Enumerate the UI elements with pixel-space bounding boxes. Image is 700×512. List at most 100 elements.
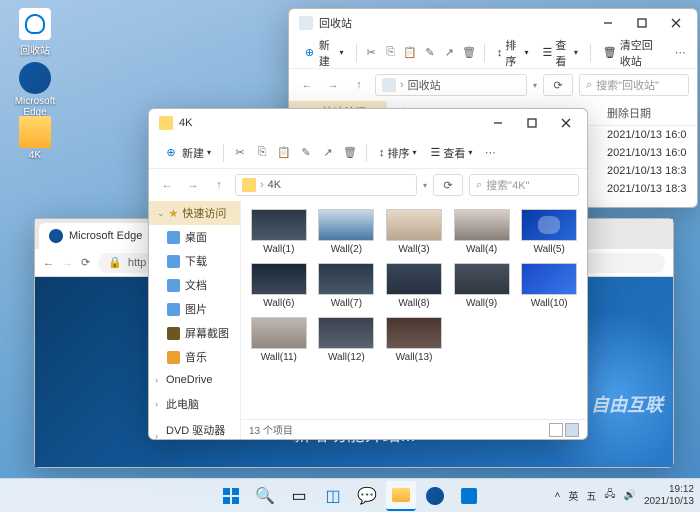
clock[interactable]: 19:12 2021/10/13 bbox=[644, 484, 694, 508]
file-item[interactable]: Wall(3) bbox=[382, 209, 446, 255]
close-button[interactable] bbox=[549, 111, 583, 135]
cut-icon[interactable]: ✂ bbox=[364, 45, 378, 61]
file-item[interactable]: Wall(6) bbox=[247, 263, 311, 309]
desktop-recycle-bin[interactable]: 回收站 bbox=[10, 8, 60, 57]
sidebar-item-desktop[interactable]: 桌面 bbox=[149, 225, 240, 249]
sidebar-item-downloads[interactable]: 下载 bbox=[149, 249, 240, 273]
window-title: 回收站 bbox=[319, 15, 352, 31]
file-item[interactable]: Wall(11) bbox=[247, 317, 311, 363]
paste-icon[interactable]: 📋 bbox=[276, 145, 292, 161]
taskbar-explorer[interactable] bbox=[386, 481, 416, 511]
file-grid: Wall(1) Wall(2) Wall(3) Wall(4) Wall(5) … bbox=[241, 201, 587, 419]
titlebar[interactable]: 4K bbox=[149, 109, 587, 137]
cut-icon[interactable]: ✂ bbox=[232, 145, 248, 161]
forward-button[interactable]: → bbox=[183, 175, 203, 195]
more-icon[interactable]: ⋯ bbox=[482, 145, 498, 161]
recycle-bin-icon bbox=[299, 16, 313, 30]
file-item[interactable]: Wall(12) bbox=[315, 317, 379, 363]
copy-icon[interactable]: ⎘ bbox=[254, 145, 270, 161]
up-button[interactable]: ↑ bbox=[209, 175, 229, 195]
taskbar-store[interactable] bbox=[454, 481, 484, 511]
search-input[interactable]: ⌕ 搜索"4K" bbox=[469, 174, 579, 196]
more-icon[interactable]: ⋯ bbox=[673, 45, 687, 61]
sort-button[interactable]: ↕ 排序▾ bbox=[493, 35, 533, 71]
folder-icon bbox=[242, 178, 256, 192]
up-button[interactable]: ↑ bbox=[349, 75, 369, 95]
edge-icon bbox=[19, 62, 51, 94]
window-title: 4K bbox=[179, 117, 192, 129]
back-button[interactable]: ← bbox=[297, 75, 317, 95]
view-button[interactable]: ☰ 查看▾ bbox=[539, 35, 582, 71]
widgets-button[interactable]: ◫ bbox=[318, 481, 348, 511]
ime-indicator[interactable]: 英 bbox=[568, 488, 578, 503]
new-button[interactable]: ⊕新建▾ bbox=[159, 143, 215, 163]
share-icon[interactable]: ↗ bbox=[320, 145, 336, 161]
minimize-button[interactable] bbox=[481, 111, 515, 135]
titlebar[interactable]: 回收站 bbox=[289, 9, 697, 37]
sidebar: ⌄★快速访问 桌面 下载 文档 图片 屏幕截图 音乐 ›OneDrive ›此电… bbox=[149, 201, 241, 439]
status-bar: 13 个项目 bbox=[241, 419, 587, 439]
rename-icon[interactable]: ✎ bbox=[423, 45, 437, 61]
file-item[interactable]: Wall(9) bbox=[450, 263, 514, 309]
sidebar-item-pictures[interactable]: 图片 bbox=[149, 297, 240, 321]
chat-button[interactable]: 💬 bbox=[352, 481, 382, 511]
breadcrumb[interactable]: › 回收站 bbox=[375, 74, 527, 96]
sort-button[interactable]: ↕ 排序▾ bbox=[375, 143, 421, 163]
sidebar-item-music[interactable]: 音乐 bbox=[149, 345, 240, 369]
details-view-icon[interactable] bbox=[549, 423, 563, 437]
start-button[interactable] bbox=[216, 481, 246, 511]
lock-icon: 🔒 bbox=[108, 256, 122, 269]
refresh-button[interactable]: ⟳ bbox=[433, 174, 463, 196]
sidebar-item-dvd[interactable]: ›DVD 驱动器 (D:) bbox=[149, 417, 240, 439]
empty-recycle-button[interactable]: 🗑 清空回收站 bbox=[599, 35, 668, 71]
thumbnails-view-icon[interactable] bbox=[565, 423, 579, 437]
forward-button[interactable]: → bbox=[323, 75, 343, 95]
paste-icon[interactable]: 📋 bbox=[403, 45, 417, 61]
search-button[interactable]: 🔍 bbox=[250, 481, 280, 511]
recycle-bin-icon bbox=[382, 78, 396, 92]
desktop-folder-4k[interactable]: 4K bbox=[10, 116, 60, 161]
sidebar-item-screenshots[interactable]: 屏幕截图 bbox=[149, 321, 240, 345]
back-button[interactable]: ← bbox=[157, 175, 177, 195]
sidebar-item-onedrive[interactable]: ›OneDrive bbox=[149, 369, 240, 391]
quick-access-header[interactable]: ⌄★快速访问 bbox=[149, 201, 240, 225]
search-input[interactable]: ⌕ 搜索"回收站" bbox=[579, 74, 689, 96]
edge-icon bbox=[49, 229, 63, 243]
back-button[interactable]: ← bbox=[43, 257, 54, 269]
file-item[interactable]: Wall(10) bbox=[517, 263, 581, 309]
sidebar-item-documents[interactable]: 文档 bbox=[149, 273, 240, 297]
item-count: 13 个项目 bbox=[249, 422, 293, 437]
search-icon: ⌕ bbox=[476, 179, 482, 192]
forward-button[interactable]: → bbox=[62, 257, 73, 269]
file-item[interactable]: Wall(1) bbox=[247, 209, 311, 255]
refresh-button[interactable]: ⟳ bbox=[81, 256, 90, 269]
file-item[interactable]: Wall(13) bbox=[382, 317, 446, 363]
file-item[interactable]: Wall(5) bbox=[517, 209, 581, 255]
file-item[interactable]: Wall(7) bbox=[315, 263, 379, 309]
breadcrumb[interactable]: › 4K bbox=[235, 174, 417, 196]
delete-icon[interactable]: 🗑 bbox=[342, 145, 358, 161]
tray-chevron-icon[interactable]: ˄ bbox=[554, 490, 560, 501]
toolbar: ⊕新建▾ ✂ ⎘ 📋 ✎ ↗ 🗑 ↕ 排序▾ ☰ 查看▾ 🗑 清空回收站 ⋯ bbox=[289, 37, 697, 69]
file-item[interactable]: Wall(8) bbox=[382, 263, 446, 309]
copy-icon[interactable]: ⎘ bbox=[384, 45, 398, 61]
taskview-button[interactable]: ▭ bbox=[284, 481, 314, 511]
close-button[interactable] bbox=[659, 11, 693, 35]
desktop-edge[interactable]: Microsoft Edge bbox=[10, 62, 60, 118]
new-button[interactable]: ⊕新建▾ bbox=[299, 35, 348, 71]
file-item[interactable]: Wall(2) bbox=[315, 209, 379, 255]
refresh-button[interactable]: ⟳ bbox=[543, 74, 573, 96]
share-icon[interactable]: ↗ bbox=[443, 45, 457, 61]
delete-icon[interactable]: 🗑 bbox=[462, 45, 476, 61]
ime-mode[interactable]: 五 bbox=[586, 488, 596, 503]
sidebar-item-thispc[interactable]: ›此电脑 bbox=[149, 391, 240, 417]
volume-icon[interactable]: 🔊 bbox=[623, 490, 635, 501]
file-item[interactable]: Wall(4) bbox=[450, 209, 514, 255]
view-button[interactable]: ☰ 查看▾ bbox=[427, 143, 477, 163]
taskbar-edge[interactable] bbox=[420, 481, 450, 511]
rename-icon[interactable]: ✎ bbox=[298, 145, 314, 161]
maximize-button[interactable] bbox=[625, 11, 659, 35]
minimize-button[interactable] bbox=[591, 11, 625, 35]
maximize-button[interactable] bbox=[515, 111, 549, 135]
network-icon[interactable]: 🖧 bbox=[604, 487, 615, 504]
